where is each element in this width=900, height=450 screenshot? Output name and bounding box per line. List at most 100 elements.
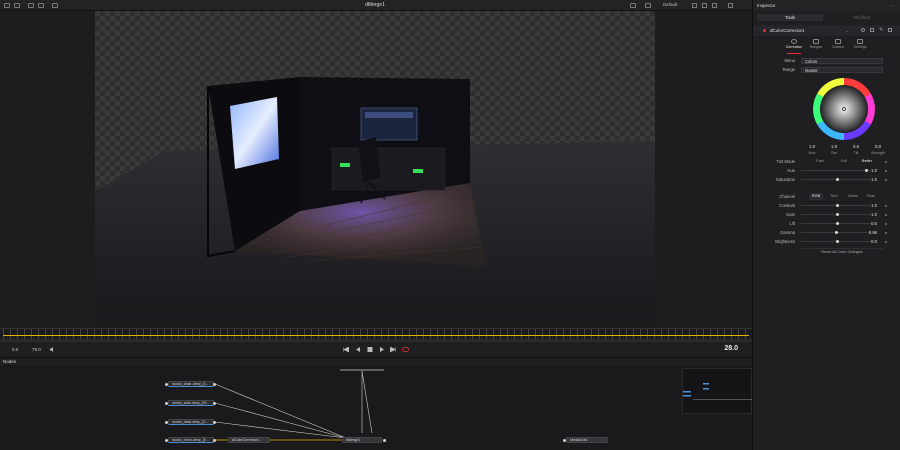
lift-slider[interactable]	[801, 222, 871, 225]
lift-knob[interactable]	[836, 222, 839, 225]
node-port[interactable]	[213, 420, 216, 424]
keyframe-dot[interactable]	[885, 161, 887, 163]
pencil-icon[interactable]: ✎	[879, 27, 883, 33]
more-options-icon[interactable]	[728, 3, 733, 8]
node-port[interactable]	[563, 438, 566, 442]
contrast-value[interactable]: 1.0	[865, 202, 877, 210]
saturation-slider[interactable]	[801, 178, 871, 181]
stop-icon[interactable]	[367, 347, 373, 352]
keyframe-dot[interactable]	[885, 223, 887, 225]
contrast-knob[interactable]	[836, 204, 839, 207]
brightness-knob[interactable]	[836, 240, 839, 243]
node-port[interactable]	[383, 438, 386, 442]
channel-red[interactable]: Red	[827, 193, 841, 200]
keyframe-dot[interactable]	[885, 179, 887, 181]
view-options-icon[interactable]	[630, 3, 636, 8]
brightness-value[interactable]: 0.0	[865, 238, 877, 246]
lock-icon[interactable]	[870, 28, 874, 32]
gain-slider[interactable]	[801, 213, 871, 216]
split-icon[interactable]	[38, 3, 44, 8]
gain-knob[interactable]	[836, 213, 839, 216]
tool-subtabs: Correction Ranges Options Settings	[753, 38, 900, 54]
inspector-tabs: Tools Modifiers	[753, 13, 900, 21]
channel-green[interactable]: Green	[845, 193, 861, 200]
keyframe-dot[interactable]	[885, 205, 887, 207]
layout-icon[interactable]	[4, 3, 10, 8]
node-port[interactable]	[213, 438, 216, 442]
gamma-value[interactable]: 0.96	[865, 229, 877, 237]
contrast-slider[interactable]	[801, 204, 871, 207]
node-port[interactable]	[165, 382, 168, 386]
node-merge[interactable]: dMerge1	[342, 437, 382, 443]
viewer-preset-select[interactable]: Default	[663, 2, 677, 7]
wheel-tilt[interactable]: 0.0 Tilt	[847, 144, 865, 155]
grid-icon[interactable]	[14, 3, 20, 8]
global-start-field[interactable]: 0.0	[12, 347, 18, 352]
lift-value[interactable]: 0.0	[865, 220, 877, 228]
node-port[interactable]	[213, 382, 216, 386]
node-studio-chair[interactable]: studio_chair-deep_[0...	[168, 381, 214, 387]
go-to-end-icon[interactable]	[389, 346, 397, 353]
node-port[interactable]	[165, 420, 168, 424]
tint-mode-full[interactable]: Full	[837, 158, 851, 165]
tint-mode-better[interactable]: Better	[859, 158, 875, 165]
color-wheel[interactable]	[809, 74, 879, 144]
enable-toggle-icon[interactable]	[861, 28, 865, 32]
tint-mode-fast[interactable]: Fast	[813, 158, 827, 165]
node-studio-sofa[interactable]: studio_sofa-deep_[00...	[168, 400, 214, 406]
node-studio-neon[interactable]: studio_neon-deep_[0...	[168, 437, 214, 443]
subtab-settings[interactable]: Settings	[849, 38, 871, 54]
node-port[interactable]	[165, 401, 168, 405]
node-port[interactable]	[165, 438, 168, 442]
dod-icon[interactable]	[712, 3, 717, 8]
channel-blue[interactable]: Blue	[864, 193, 878, 200]
keyframe-dot[interactable]	[885, 232, 887, 234]
brightness-slider[interactable]	[801, 240, 871, 243]
global-end-field[interactable]: 79.0	[32, 347, 41, 352]
subtab-correction[interactable]: Correction	[783, 38, 805, 54]
keyframe-dot[interactable]	[885, 241, 887, 243]
keyframe-dot[interactable]	[885, 214, 887, 216]
current-frame-field[interactable]: 28.0	[724, 345, 738, 352]
range-select[interactable]: Master	[801, 67, 883, 73]
go-to-start-icon[interactable]	[342, 346, 350, 353]
wheel-hue[interactable]: 1.0 Hue	[803, 144, 821, 155]
lut-icon[interactable]	[692, 3, 697, 8]
timeline-ruler[interactable]	[0, 328, 752, 340]
tab-modifiers[interactable]: Modifiers	[829, 14, 895, 21]
node-media-out[interactable]: MediaOut1	[566, 437, 608, 443]
node-minimap[interactable]	[682, 368, 753, 414]
saturation-knob[interactable]	[836, 178, 839, 181]
menu-select[interactable]: Colors	[801, 58, 883, 64]
menu-icon[interactable]	[888, 28, 892, 32]
saturation-value[interactable]: 1.0	[865, 176, 877, 184]
more-options-icon[interactable]: ···	[890, 3, 895, 9]
subtab-ranges[interactable]: Ranges	[805, 38, 827, 54]
display-icon[interactable]	[52, 3, 58, 8]
play-reverse-icon[interactable]	[355, 347, 360, 352]
channel-rgb[interactable]: RGB	[809, 193, 823, 200]
hue-value[interactable]: 1.0	[865, 167, 877, 175]
audio-icon[interactable]	[50, 347, 55, 352]
play-icon[interactable]	[379, 347, 384, 352]
gain-value[interactable]: 1.0	[865, 211, 877, 219]
color-icon[interactable]	[645, 3, 651, 8]
gamma-slider[interactable]	[801, 231, 871, 234]
node-studio-desk[interactable]: studio_desk-deep_[0...	[168, 419, 214, 425]
reset-all-button[interactable]: Reset All Color Changes	[801, 248, 883, 255]
wheel-strength[interactable]: 0.0 Strength	[869, 144, 887, 155]
roi-icon[interactable]	[702, 3, 707, 8]
viewer-canvas[interactable]	[95, 11, 655, 327]
tool-header[interactable]: dColorCorrector1 ⌄ ✎	[753, 25, 900, 36]
hue-slider[interactable]	[801, 169, 871, 172]
subtab-options[interactable]: Options	[827, 38, 849, 54]
wheel-sat[interactable]: 1.0 Sat	[825, 144, 843, 155]
node-port[interactable]	[213, 401, 216, 405]
viewer-layout-icon[interactable]	[28, 3, 34, 8]
gamma-knob[interactable]	[834, 231, 838, 234]
tab-tools[interactable]: Tools	[757, 14, 823, 21]
keyframe-dot[interactable]	[885, 170, 887, 172]
chevron-down-icon[interactable]: ⌄	[845, 28, 849, 34]
node-color-corrector[interactable]: dColorCorrector1	[228, 437, 270, 443]
loop-icon[interactable]	[402, 347, 409, 352]
